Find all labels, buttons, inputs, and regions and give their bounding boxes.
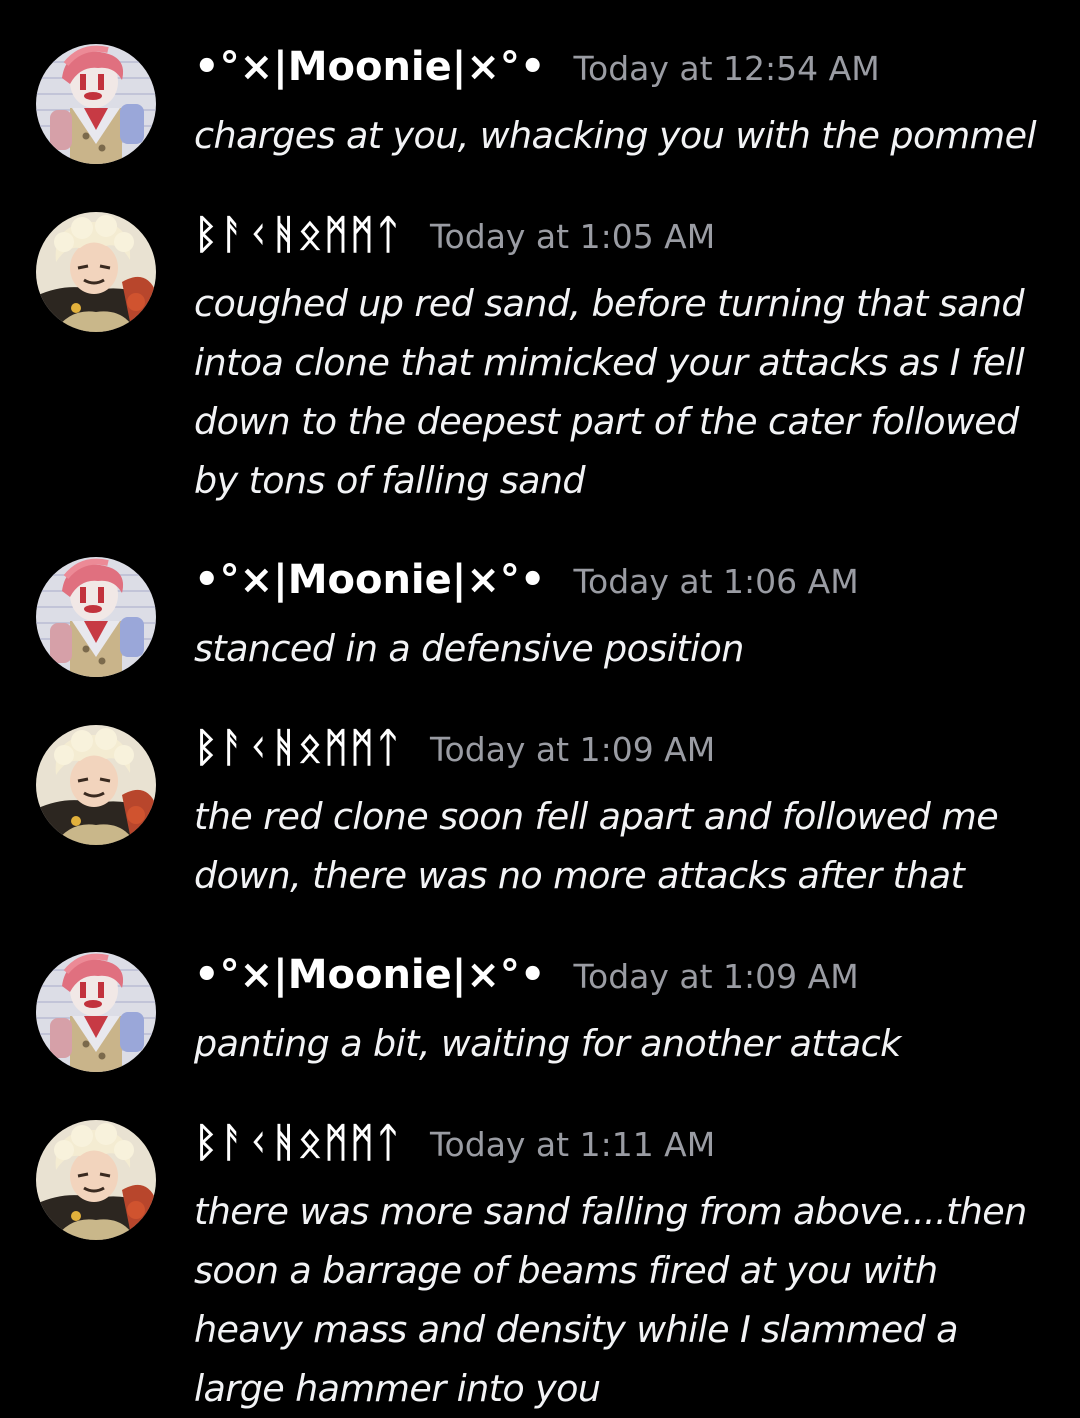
message-line: large hammer into you bbox=[194, 1367, 601, 1410]
timestamp: Today at 1:06 AM bbox=[573, 562, 859, 601]
timestamp: Today at 1:09 AM bbox=[573, 957, 859, 996]
username[interactable]: •°×|Moonie|×°• bbox=[194, 557, 545, 603]
message-header: •°×|Moonie|×°• Today at 12:54 AM bbox=[194, 44, 880, 104]
timestamp: Today at 12:54 AM bbox=[573, 49, 880, 88]
blond-character-avatar-icon[interactable] bbox=[36, 1120, 156, 1240]
message-line: panting a bit, waiting for another attac… bbox=[194, 1022, 901, 1065]
message-line: heavy mass and density while I slammed a bbox=[194, 1308, 959, 1351]
message-line: the red clone soon fell apart and follow… bbox=[194, 795, 999, 838]
message-header: ᛒᚨᚲᚻᛟᛗᛗᛏ Today at 1:05 AM bbox=[194, 212, 715, 272]
message-header: •°×|Moonie|×°• Today at 1:09 AM bbox=[194, 952, 859, 1012]
message-line: down, there was no more attacks after th… bbox=[194, 854, 965, 897]
username[interactable]: ᛒᚨᚲᚻᛟᛗᛗᛏ bbox=[194, 725, 402, 771]
blond-character-avatar-icon[interactable] bbox=[36, 212, 156, 332]
message-line: charges at you, whacking you with the po… bbox=[194, 114, 1037, 157]
message-line: soon a barrage of beams fired at you wit… bbox=[194, 1249, 938, 1292]
timestamp: Today at 1:11 AM bbox=[430, 1125, 716, 1164]
username[interactable]: ᛒᚨᚲᚻᛟᛗᛗᛏ bbox=[194, 1120, 402, 1166]
clown-avatar-icon[interactable] bbox=[36, 557, 156, 677]
message-line: stanced in a defensive position bbox=[194, 627, 744, 670]
message-text: stanced in a defensive position bbox=[194, 619, 1054, 678]
message-text: there was more sand falling from above..… bbox=[194, 1182, 1054, 1418]
username[interactable]: •°×|Moonie|×°• bbox=[194, 44, 545, 90]
timestamp: Today at 1:09 AM bbox=[430, 730, 716, 769]
message-text: the red clone soon fell apart and follow… bbox=[194, 787, 1054, 905]
message-line: intoa clone that mimicked your attacks a… bbox=[194, 341, 1025, 384]
message-line: there was more sand falling from above..… bbox=[194, 1190, 1027, 1233]
message-header: ᛒᚨᚲᚻᛟᛗᛗᛏ Today at 1:09 AM bbox=[194, 725, 715, 785]
blond-character-avatar-icon[interactable] bbox=[36, 725, 156, 845]
username[interactable]: ᛒᚨᚲᚻᛟᛗᛗᛏ bbox=[194, 212, 402, 258]
message-text: charges at you, whacking you with the po… bbox=[194, 106, 1054, 165]
username[interactable]: •°×|Moonie|×°• bbox=[194, 952, 545, 998]
message-text: coughed up red sand, before turning that… bbox=[194, 274, 1054, 510]
chat-message-list: •°×|Moonie|×°• Today at 12:54 AM charges… bbox=[0, 0, 1080, 1418]
message-line: down to the deepest part of the cater fo… bbox=[194, 400, 1019, 443]
message-header: ᛒᚨᚲᚻᛟᛗᛗᛏ Today at 1:11 AM bbox=[194, 1120, 715, 1180]
message-text: panting a bit, waiting for another attac… bbox=[194, 1014, 1054, 1073]
message-line: coughed up red sand, before turning that… bbox=[194, 282, 1025, 325]
message-header: •°×|Moonie|×°• Today at 1:06 AM bbox=[194, 557, 859, 617]
clown-avatar-icon[interactable] bbox=[36, 44, 156, 164]
message-line: by tons of falling sand bbox=[194, 459, 586, 502]
clown-avatar-icon[interactable] bbox=[36, 952, 156, 1072]
timestamp: Today at 1:05 AM bbox=[430, 217, 716, 256]
